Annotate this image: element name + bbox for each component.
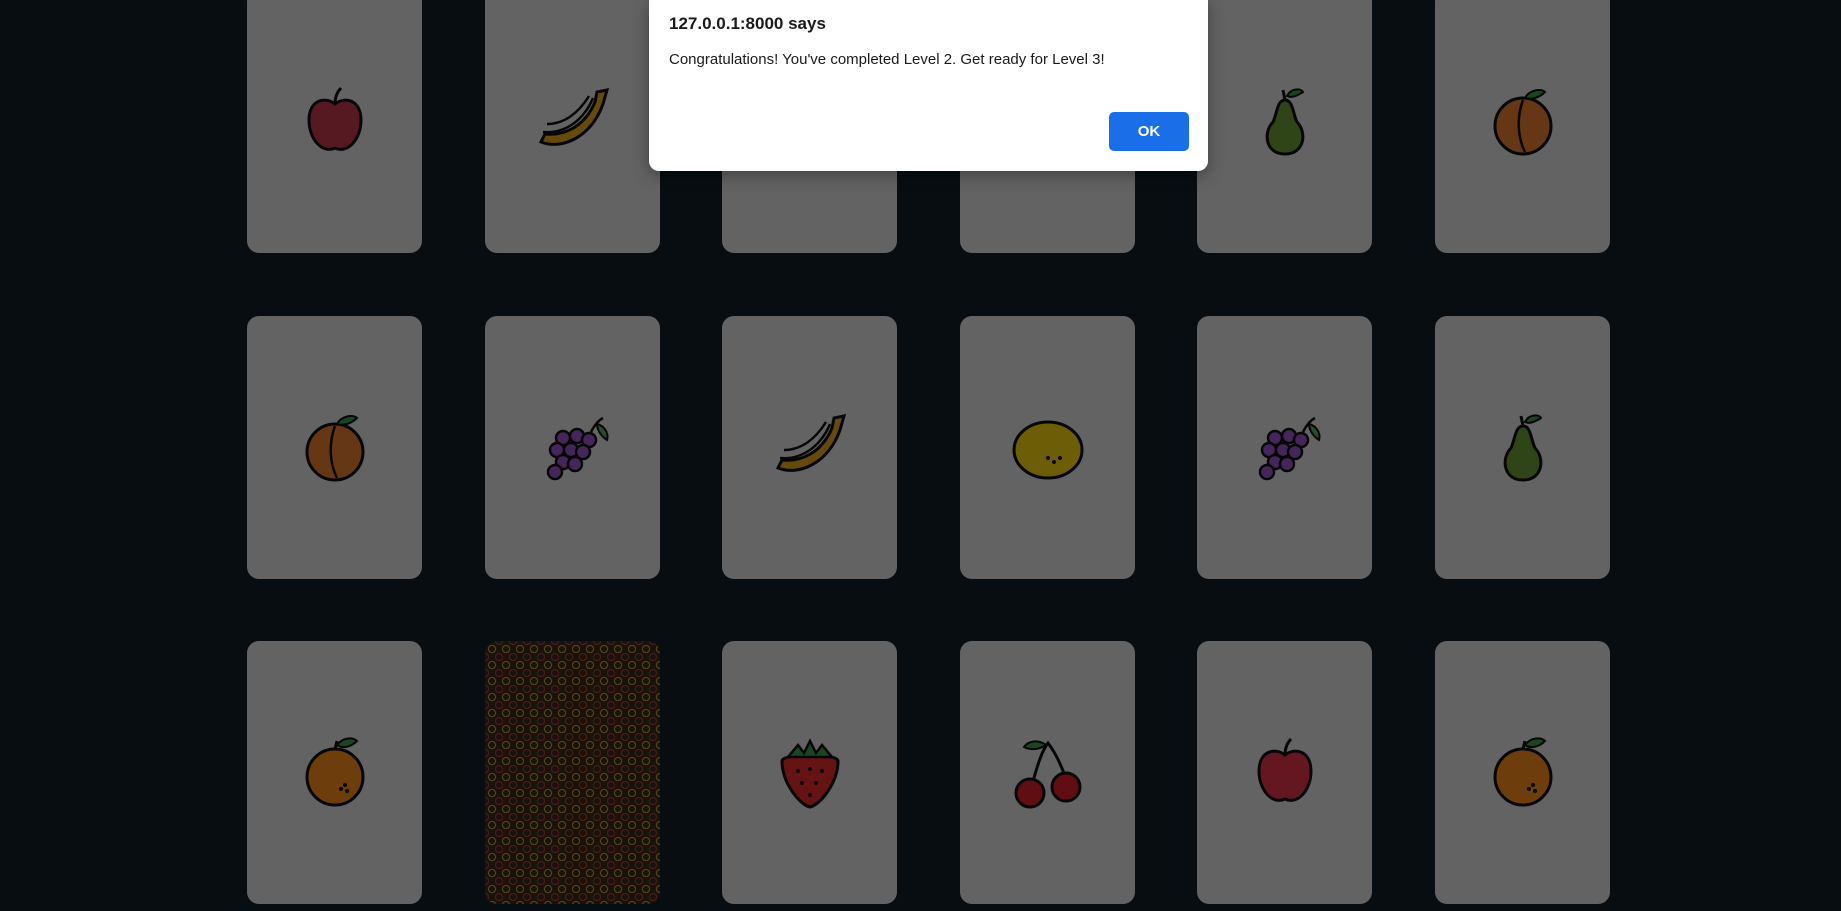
dialog-title: 127.0.0.1:8000 says <box>669 14 826 33</box>
alert-dialog: 127.0.0.1:8000 says Congratulations! You… <box>649 0 1208 171</box>
dialog-message: Congratulations! You've completed Level … <box>669 51 1105 68</box>
ok-button[interactable]: OK <box>1109 112 1189 151</box>
